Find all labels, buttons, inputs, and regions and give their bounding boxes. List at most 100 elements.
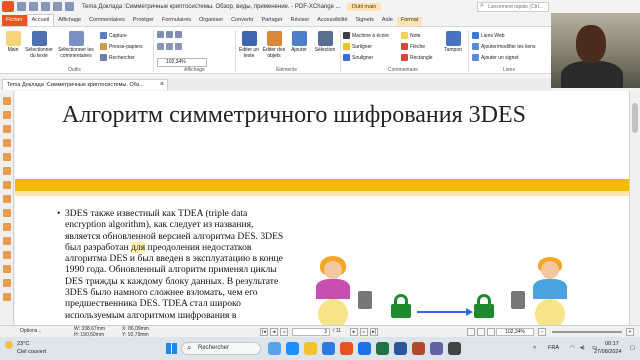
quick-launch-search[interactable]: Lancement rapide (Ctrl... [477,2,549,12]
teams-icon[interactable] [430,342,443,355]
stamp-button[interactable]: Tampon [441,31,465,54]
add-button[interactable]: Ajouter [288,31,310,54]
typewriter-button[interactable]: Machine à écrire [343,32,389,39]
info-panel-icon[interactable] [3,293,11,301]
save-icon[interactable] [17,2,26,11]
document-view[interactable]: Алгоритм симметричного шифрования 3DES 3… [15,91,629,325]
close-tab-icon[interactable]: × [160,81,164,88]
select-text-button[interactable]: Sélectionner du texte [24,31,54,59]
tab-review[interactable]: Réviser [287,17,314,26]
attachments-panel-icon[interactable] [3,139,11,147]
tab-comments[interactable]: Commentaires [85,17,129,26]
zoom-input[interactable]: 102,34% [157,58,207,67]
tab-format[interactable]: Format [396,17,423,26]
clipboard-button[interactable]: Presse-papiers [100,43,143,50]
rotate-icon[interactable] [157,43,164,50]
note-button[interactable]: Note [401,32,421,39]
clock-time[interactable]: 00:17 [605,341,619,347]
contextual-tool-tab[interactable]: Outil main [346,2,382,11]
select-comments-button[interactable]: Sélectionner les commentaires [56,31,96,59]
edge-icon[interactable] [286,342,299,355]
pdf-xchange-app-icon[interactable] [2,1,14,12]
tab-convert[interactable]: Convertir [227,17,257,26]
input-language[interactable]: FRA [548,345,559,351]
open-icon[interactable] [29,2,38,11]
next-page-button[interactable]: ▸ [350,328,358,336]
taskbar-search[interactable]: Rechercher [181,342,261,355]
search-panel-icon[interactable] [3,265,11,273]
forward-page-button[interactable]: ▹ [360,328,368,336]
hand-tool-button[interactable]: Main [4,31,22,54]
edit-objects-button[interactable]: Éditer des objets [262,31,286,59]
zoom-slider[interactable] [552,331,622,333]
tags-panel-icon[interactable] [3,223,11,231]
vertical-scrollbar[interactable] [629,91,640,325]
layers-panel-icon[interactable] [3,153,11,161]
first-page-button[interactable]: |◂ [260,328,268,336]
powerpoint-icon[interactable] [412,342,425,355]
wifi-icon[interactable]: ◠ [570,345,575,351]
excel-icon[interactable] [376,342,389,355]
tab-home[interactable]: Accueil [26,14,55,26]
zoom-level-field[interactable]: 102,34% [496,328,534,336]
previous-page-button[interactable]: ◂ [270,328,278,336]
destinations-panel-icon[interactable] [3,181,11,189]
edit-text-button[interactable]: Éditer un texte [238,31,260,59]
word-icon[interactable] [394,342,407,355]
zoom-in-button[interactable]: + [626,328,634,336]
tab-file[interactable]: Fichier [2,15,27,26]
system-tray-chevron-icon[interactable]: ˄ [533,345,536,351]
zoom-out-button[interactable]: − [538,328,546,336]
facing-view-icon[interactable] [487,328,495,336]
signatures-panel-icon[interactable] [3,167,11,175]
search-button[interactable]: Rechercher [100,54,135,61]
back-page-button[interactable]: ◃ [280,328,288,336]
print-icon[interactable] [41,2,50,11]
windows-start-icon[interactable] [166,343,177,354]
comments-panel-icon[interactable] [3,125,11,133]
actual-size-icon[interactable] [175,31,182,38]
last-page-button[interactable]: ▸| [370,328,378,336]
single-page-view-icon[interactable] [467,328,475,336]
capture-button[interactable]: Capture [100,32,127,39]
fit-width-icon[interactable] [166,31,173,38]
task-view-icon[interactable] [268,342,281,355]
tab-bookmarks[interactable]: Signets [352,17,378,26]
zoom-in-icon[interactable] [166,43,173,50]
properties-panel-icon[interactable] [3,251,11,259]
tab-forms[interactable]: Formulaires [158,17,195,26]
tab-protect[interactable]: Protéger [129,17,158,26]
web-links-button[interactable]: Liens Web [472,32,505,39]
redo-icon[interactable] [65,2,74,11]
pdf-xchange-taskbar-icon[interactable] [340,342,353,355]
options-button[interactable]: Options... [20,328,41,334]
volume-icon[interactable]: ◂) [580,345,585,351]
tab-accessibility[interactable]: Accessibilité [313,17,351,26]
history-panel-icon[interactable] [3,279,11,287]
bookmarks-panel-icon[interactable] [3,97,11,105]
continuous-view-icon[interactable] [477,328,485,336]
tab-share[interactable]: Partager [257,17,286,26]
scroll-thumb[interactable] [632,103,638,133]
mail-icon[interactable] [322,342,335,355]
undo-icon[interactable] [53,2,62,11]
thumbnails-panel-icon[interactable] [3,111,11,119]
add-edit-link-button[interactable]: Ajouter/modifier les liens [472,43,535,50]
tab-help[interactable]: Aide [378,17,397,26]
selection-button[interactable]: Sélection [312,31,338,54]
tab-organize[interactable]: Organiser [195,17,227,26]
content-panel-icon[interactable] [3,209,11,217]
clock-date[interactable]: 27/08/2024 [594,349,622,355]
arrow-button[interactable]: Flèche [401,43,425,50]
pdf-page[interactable]: Алгоритм симметричного шифрования 3DES 3… [15,91,629,325]
browser-icon[interactable] [358,342,371,355]
rectangle-button[interactable]: Rectangle [401,54,433,61]
zoom-out-icon[interactable] [175,43,182,50]
add-bookmark-button[interactable]: Ajouter un signet [472,54,519,61]
highlight-button[interactable]: Surligner [343,43,372,50]
weather-icon[interactable] [5,341,13,349]
underline-button[interactable]: Souligner [343,54,373,61]
file-explorer-icon[interactable] [304,342,317,355]
fields-panel-icon[interactable] [3,195,11,203]
document-tab[interactable]: Tema Доклада :Симметричные криптосистемы… [2,79,168,90]
